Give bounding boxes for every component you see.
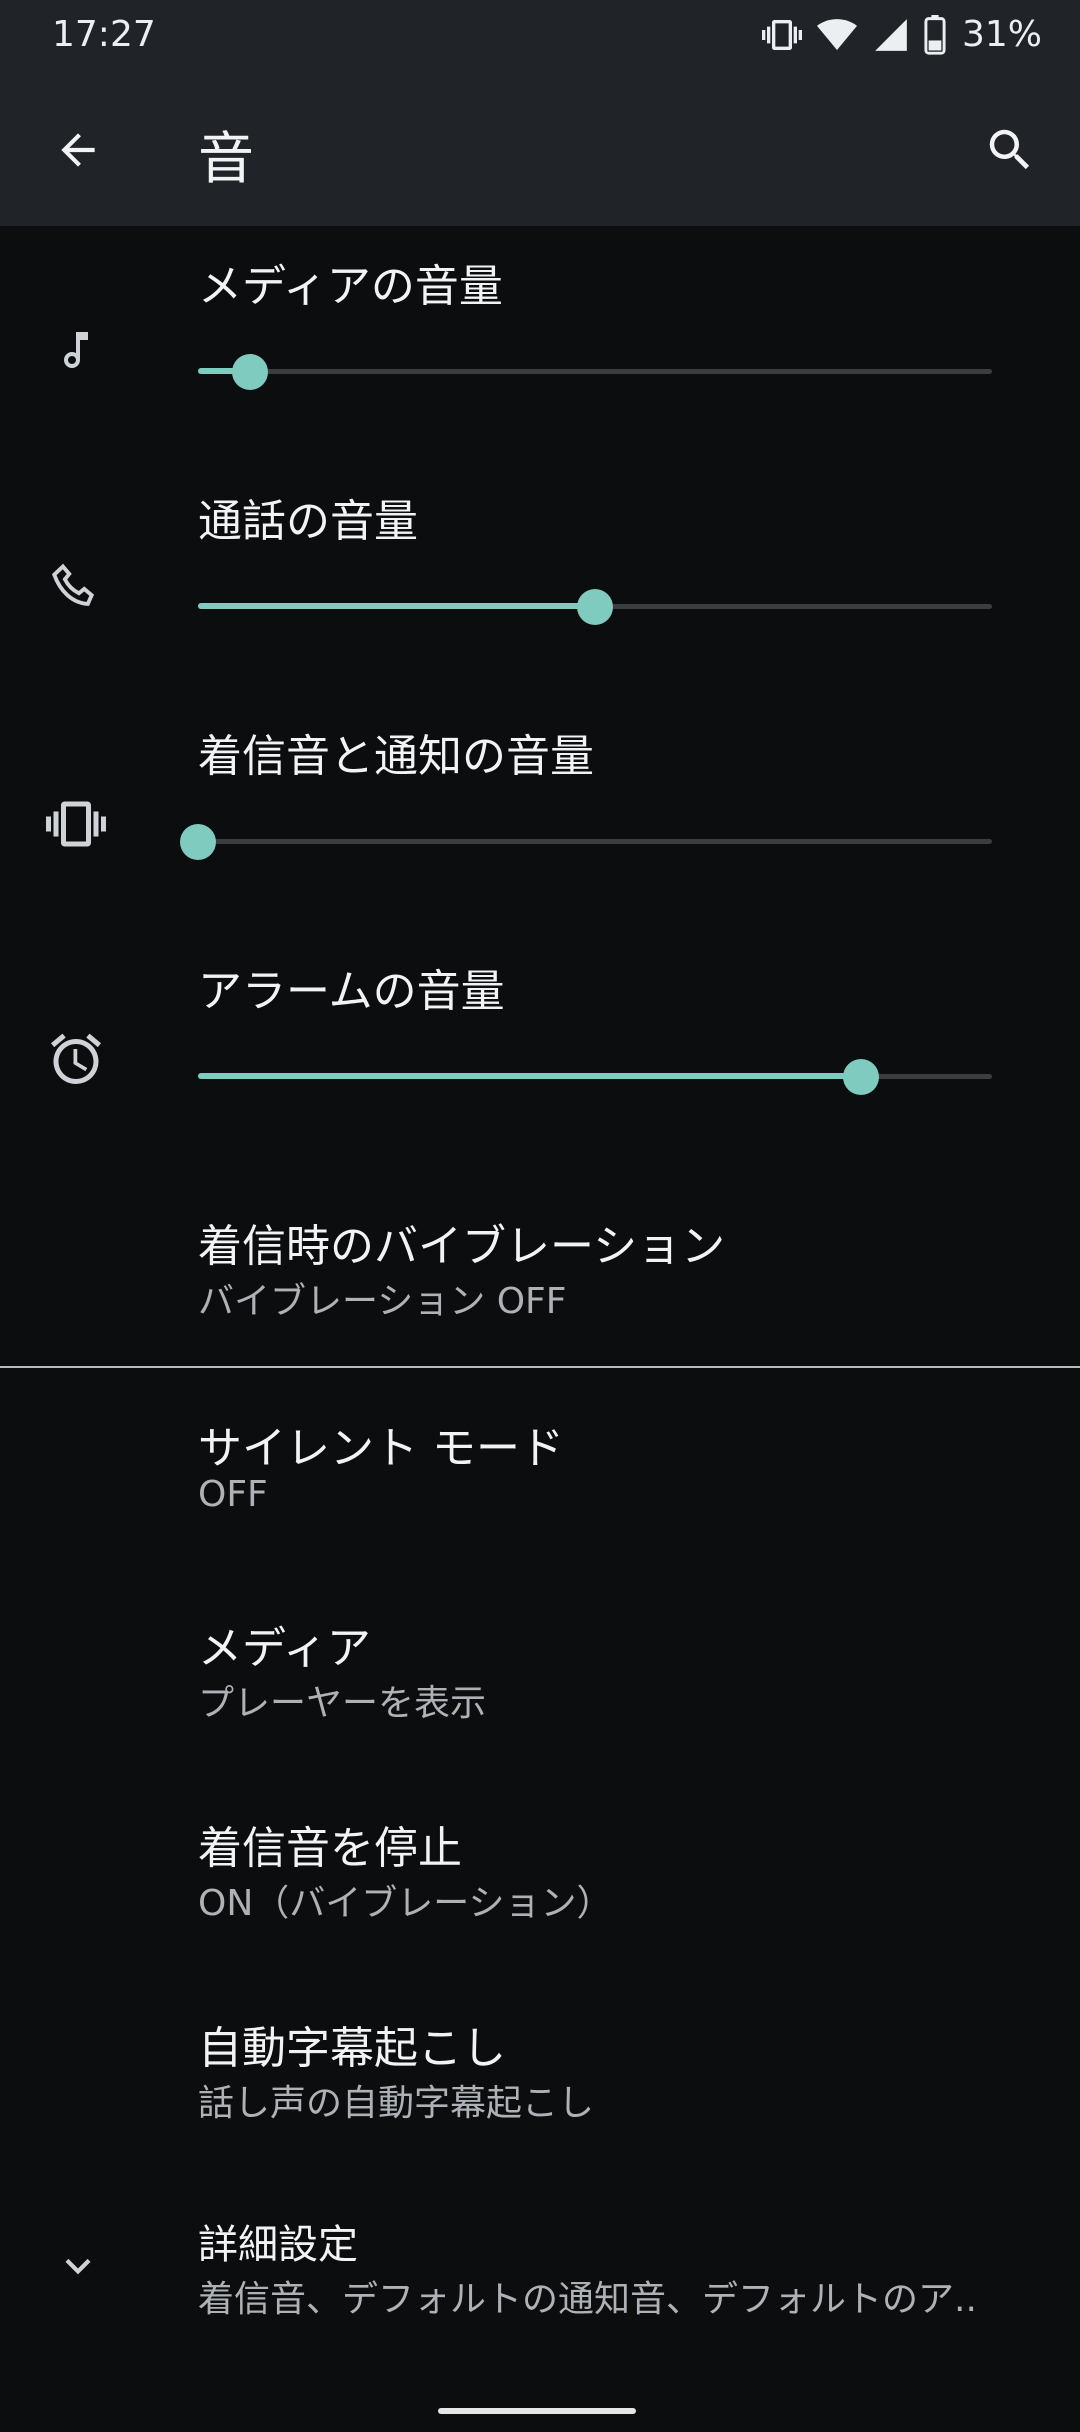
live-caption-subtitle: 話し声の自動字幕起こし [198,2083,595,2124]
stop-ringing-subtitle: ON（バイブレーション） [198,1883,613,1924]
vibrate-icon [40,788,112,860]
silent-mode-title: サイレント モード [198,1423,564,1474]
search-button[interactable] [974,114,1046,186]
gesture-nav-handle[interactable] [438,2408,636,2414]
app-bar: 音 [0,80,1080,226]
stop-ringing-title: 着信音を停止 [198,1823,462,1874]
call-volume-row: 通話の音量 [0,461,1080,696]
media-subtitle: プレーヤーを表示 [198,1683,487,1724]
vibration-subtitle: バイブレーション OFF [198,1281,567,1322]
ring-volume-row: 着信音と通知の音量 [0,696,1080,931]
call-volume-slider[interactable] [198,587,992,627]
cell-signal-icon [872,16,910,54]
advanced-subtitle: 着信音、デフォルトの通知音、デフォルトのア.. [198,2279,977,2320]
slider-thumb[interactable] [180,824,216,860]
live-caption-title: 自動字幕起こし [198,2023,506,2074]
wifi-icon [816,15,858,55]
vibrate-status-icon [761,15,802,55]
ring-volume-slider[interactable] [180,822,992,862]
alarm-volume-label: アラームの音量 [198,966,505,1017]
alarm-icon [40,1023,112,1095]
silent-mode-subtitle: OFF [198,1474,268,1515]
battery-percentage: 31% [961,14,1042,55]
alarm-volume-slider[interactable] [198,1057,992,1097]
advanced-item[interactable]: 詳細設定 着信音、デフォルトの通知音、デフォルトのア.. [0,2190,1080,2340]
slider-thumb[interactable] [577,589,613,625]
ring-volume-label: 着信音と通知の音量 [198,731,594,782]
search-icon [989,129,1030,170]
vibration-on-ring-item[interactable]: 着信時のバイブレーション バイブレーション OFF [0,1190,1080,1340]
slider-thumb[interactable] [842,1059,879,1095]
alarm-volume-row: アラームの音量 [0,931,1080,1166]
media-volume-label: メディアの音量 [198,261,503,312]
slider-thumb[interactable] [231,354,268,390]
silent-mode-item[interactable]: サイレント モード OFF [0,1390,1080,1550]
status-time: 17:27 [52,14,156,55]
stop-ringing-item[interactable]: 着信音を停止 ON（バイブレーション） [0,1790,1080,1950]
media-volume-row: メディアの音量 [0,226,1080,461]
phone-icon [40,551,112,623]
chevron-down-icon [42,2230,114,2302]
call-volume-label: 通話の音量 [198,496,418,547]
section-divider [0,1366,1080,1368]
advanced-title: 詳細設定 [198,2222,358,2268]
status-bar: 17:27 31% [0,0,1080,80]
media-title: メディア [198,1623,371,1674]
media-item[interactable]: メディア プレーヤーを表示 [0,1590,1080,1750]
back-button[interactable] [42,114,114,186]
arrow-back-icon [61,133,95,167]
music-note-icon [40,314,112,386]
status-icons: 31% [761,14,1042,55]
page-title: 音 [198,127,254,192]
live-caption-item[interactable]: 自動字幕起こし 話し声の自動字幕起こし [0,1990,1080,2150]
media-volume-slider[interactable] [198,352,992,392]
battery-icon [924,14,946,55]
vibration-title: 着信時のバイブレーション [198,1221,726,1272]
